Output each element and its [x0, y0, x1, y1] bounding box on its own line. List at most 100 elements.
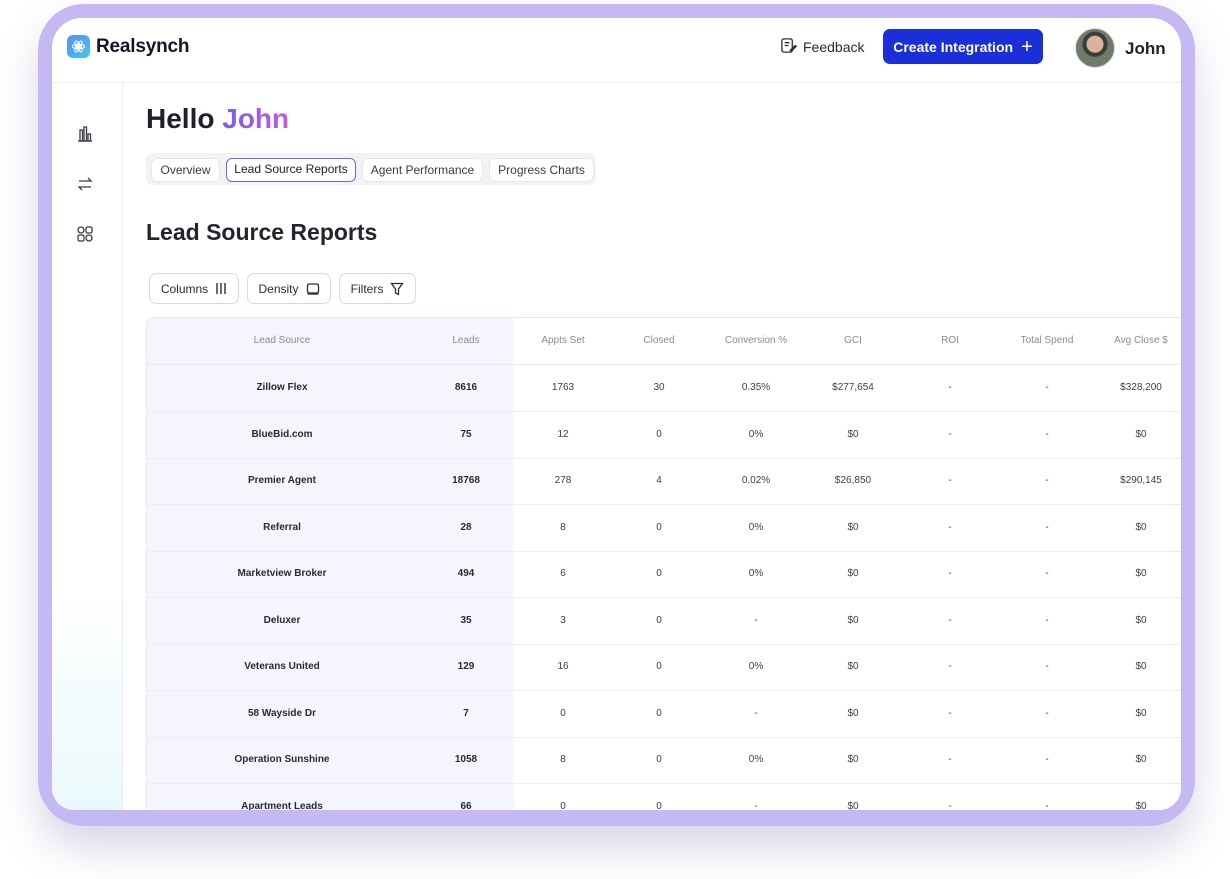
cell-conversion: -: [754, 800, 758, 811]
column-header-roi[interactable]: ROI: [901, 318, 999, 364]
column-header-lead-source[interactable]: Lead Source: [147, 318, 417, 364]
main-content: Hello John Overview Lead Source Reports …: [146, 83, 1181, 810]
table-row[interactable]: Deluxer 35 3 0 - $0 - - $0: [147, 598, 1181, 645]
cell-appts-set: 8: [560, 521, 566, 533]
cell-lead-source: Premier Agent: [248, 475, 316, 486]
table-row[interactable]: Veterans United 129 16 0 0% $0 - - $0: [147, 644, 1181, 691]
cell-appts-set: 278: [554, 475, 572, 486]
cell-gci: $277,654: [832, 382, 874, 393]
table-row[interactable]: Apartment Leads 66 0 0 - $0 - - $0: [147, 784, 1181, 811]
sidebar: [52, 83, 123, 810]
swap-arrows-icon[interactable]: [76, 175, 94, 193]
section-title: Lead Source Reports: [146, 219, 378, 245]
cell-lead-source: Veterans United: [244, 661, 320, 672]
cell-gci: $0: [847, 568, 859, 579]
create-integration-button[interactable]: Create Integration +: [883, 29, 1043, 64]
table-row[interactable]: Operation Sunshine 1058 8 0 0% $0 - - $0: [147, 737, 1181, 784]
cell-total-spend: -: [1045, 754, 1049, 765]
cell-closed: 0: [656, 614, 662, 626]
density-button[interactable]: Density: [247, 273, 331, 304]
column-header-total-spend[interactable]: Total Spend: [999, 318, 1095, 364]
column-header-leads[interactable]: Leads: [417, 318, 515, 364]
filters-button[interactable]: Filters: [339, 273, 416, 304]
cell-total-spend: -: [1045, 707, 1049, 719]
columns-button[interactable]: Columns: [149, 273, 239, 304]
cell-avg-close: $0: [1135, 428, 1147, 440]
cell-gci: $0: [847, 661, 859, 672]
cell-roi: -: [948, 800, 952, 811]
lead-source-table: Lead Source Leads Appts Set Closed Conve…: [146, 317, 1181, 810]
tab-progress-charts[interactable]: Progress Charts: [489, 158, 594, 182]
bar-chart-icon[interactable]: [76, 125, 94, 143]
cell-conversion: 0%: [748, 428, 764, 440]
integrations-icon[interactable]: [76, 225, 94, 243]
cell-total-spend: -: [1045, 382, 1049, 393]
create-integration-label: Create Integration: [893, 38, 1014, 55]
cell-lead-source: BlueBid.com: [251, 428, 313, 440]
table-row[interactable]: Marketview Broker 494 6 0 0% $0 - - $0: [147, 551, 1181, 598]
feedback-icon: [780, 37, 797, 57]
table-row[interactable]: 58 Wayside Dr 7 0 0 - $0 - - $0: [147, 691, 1181, 738]
cell-conversion: 0.35%: [741, 382, 771, 393]
column-header-avg-close[interactable]: Avg Close $: [1095, 318, 1181, 364]
cell-avg-close: $0: [1135, 521, 1147, 533]
cell-roi: -: [948, 521, 952, 533]
avatar[interactable]: [1075, 28, 1115, 68]
cell-avg-close: $0: [1135, 800, 1147, 811]
logo-icon: [67, 35, 90, 58]
cell-appts-set: 12: [557, 428, 569, 440]
column-header-conversion[interactable]: Conversion %: [707, 318, 805, 364]
cell-closed: 4: [656, 475, 662, 486]
cell-avg-close: $328,200: [1120, 382, 1162, 393]
cell-gci: $0: [847, 800, 859, 811]
column-header-appts-set[interactable]: Appts Set: [515, 318, 611, 364]
tab-lead-source-reports[interactable]: Lead Source Reports: [226, 158, 356, 182]
filter-icon: [390, 282, 405, 296]
cell-lead-source: Operation Sunshine: [234, 754, 330, 765]
cell-leads: 7: [463, 707, 469, 719]
column-header-closed[interactable]: Closed: [611, 318, 707, 364]
table-row[interactable]: BlueBid.com 75 12 0 0% $0 - - $0: [147, 412, 1181, 459]
cell-avg-close: $0: [1135, 614, 1147, 626]
cell-closed: 0: [656, 521, 662, 533]
cell-total-spend: -: [1045, 568, 1049, 579]
table-row[interactable]: Premier Agent 18768 278 4 0.02% $26,850 - - $290…: [147, 458, 1181, 505]
cell-closed: 30: [653, 382, 665, 393]
cell-leads: 35: [460, 614, 472, 626]
cell-conversion: -: [754, 707, 758, 719]
cell-appts-set: 1763: [551, 382, 575, 393]
cell-lead-source: Deluxer: [263, 614, 301, 626]
cell-leads: 28: [460, 521, 472, 533]
cell-leads: 66: [460, 800, 472, 811]
cell-leads: 129: [457, 661, 475, 672]
cell-total-spend: -: [1045, 521, 1049, 533]
logo[interactable]: Realsynch: [67, 35, 189, 58]
cell-total-spend: -: [1045, 661, 1049, 672]
cell-roi: -: [948, 614, 952, 626]
cell-avg-close: $0: [1135, 661, 1147, 672]
cell-roi: -: [948, 475, 952, 486]
cell-conversion: 0%: [748, 661, 764, 672]
cell-closed: 0: [656, 428, 662, 440]
cell-leads: 1058: [454, 754, 478, 765]
cell-roi: -: [948, 707, 952, 719]
tab-overview[interactable]: Overview: [151, 158, 220, 182]
cell-conversion: 0%: [748, 754, 764, 765]
table-row[interactable]: Zillow Flex 8616 1763 30 0.35% $277,654 - - $328…: [147, 365, 1181, 412]
cell-closed: 0: [656, 661, 662, 672]
tab-agent-performance[interactable]: Agent Performance: [362, 158, 483, 182]
cell-total-spend: -: [1045, 800, 1049, 811]
cell-total-spend: -: [1045, 475, 1049, 486]
cell-closed: 0: [656, 568, 662, 579]
cell-roi: -: [948, 428, 952, 440]
cell-total-spend: -: [1045, 614, 1049, 626]
cell-lead-source: Apartment Leads: [241, 800, 323, 811]
cell-gci: $0: [847, 707, 859, 719]
table-row[interactable]: Referral 28 8 0 0% $0 - - $0: [147, 505, 1181, 552]
column-header-gci[interactable]: GCI: [805, 318, 901, 364]
feedback-button[interactable]: Feedback: [780, 37, 864, 57]
cell-gci: $0: [847, 614, 859, 626]
cell-lead-source: Marketview Broker: [237, 568, 327, 579]
greeting-prefix: Hello: [146, 103, 215, 134]
user-name[interactable]: John: [1125, 39, 1166, 59]
